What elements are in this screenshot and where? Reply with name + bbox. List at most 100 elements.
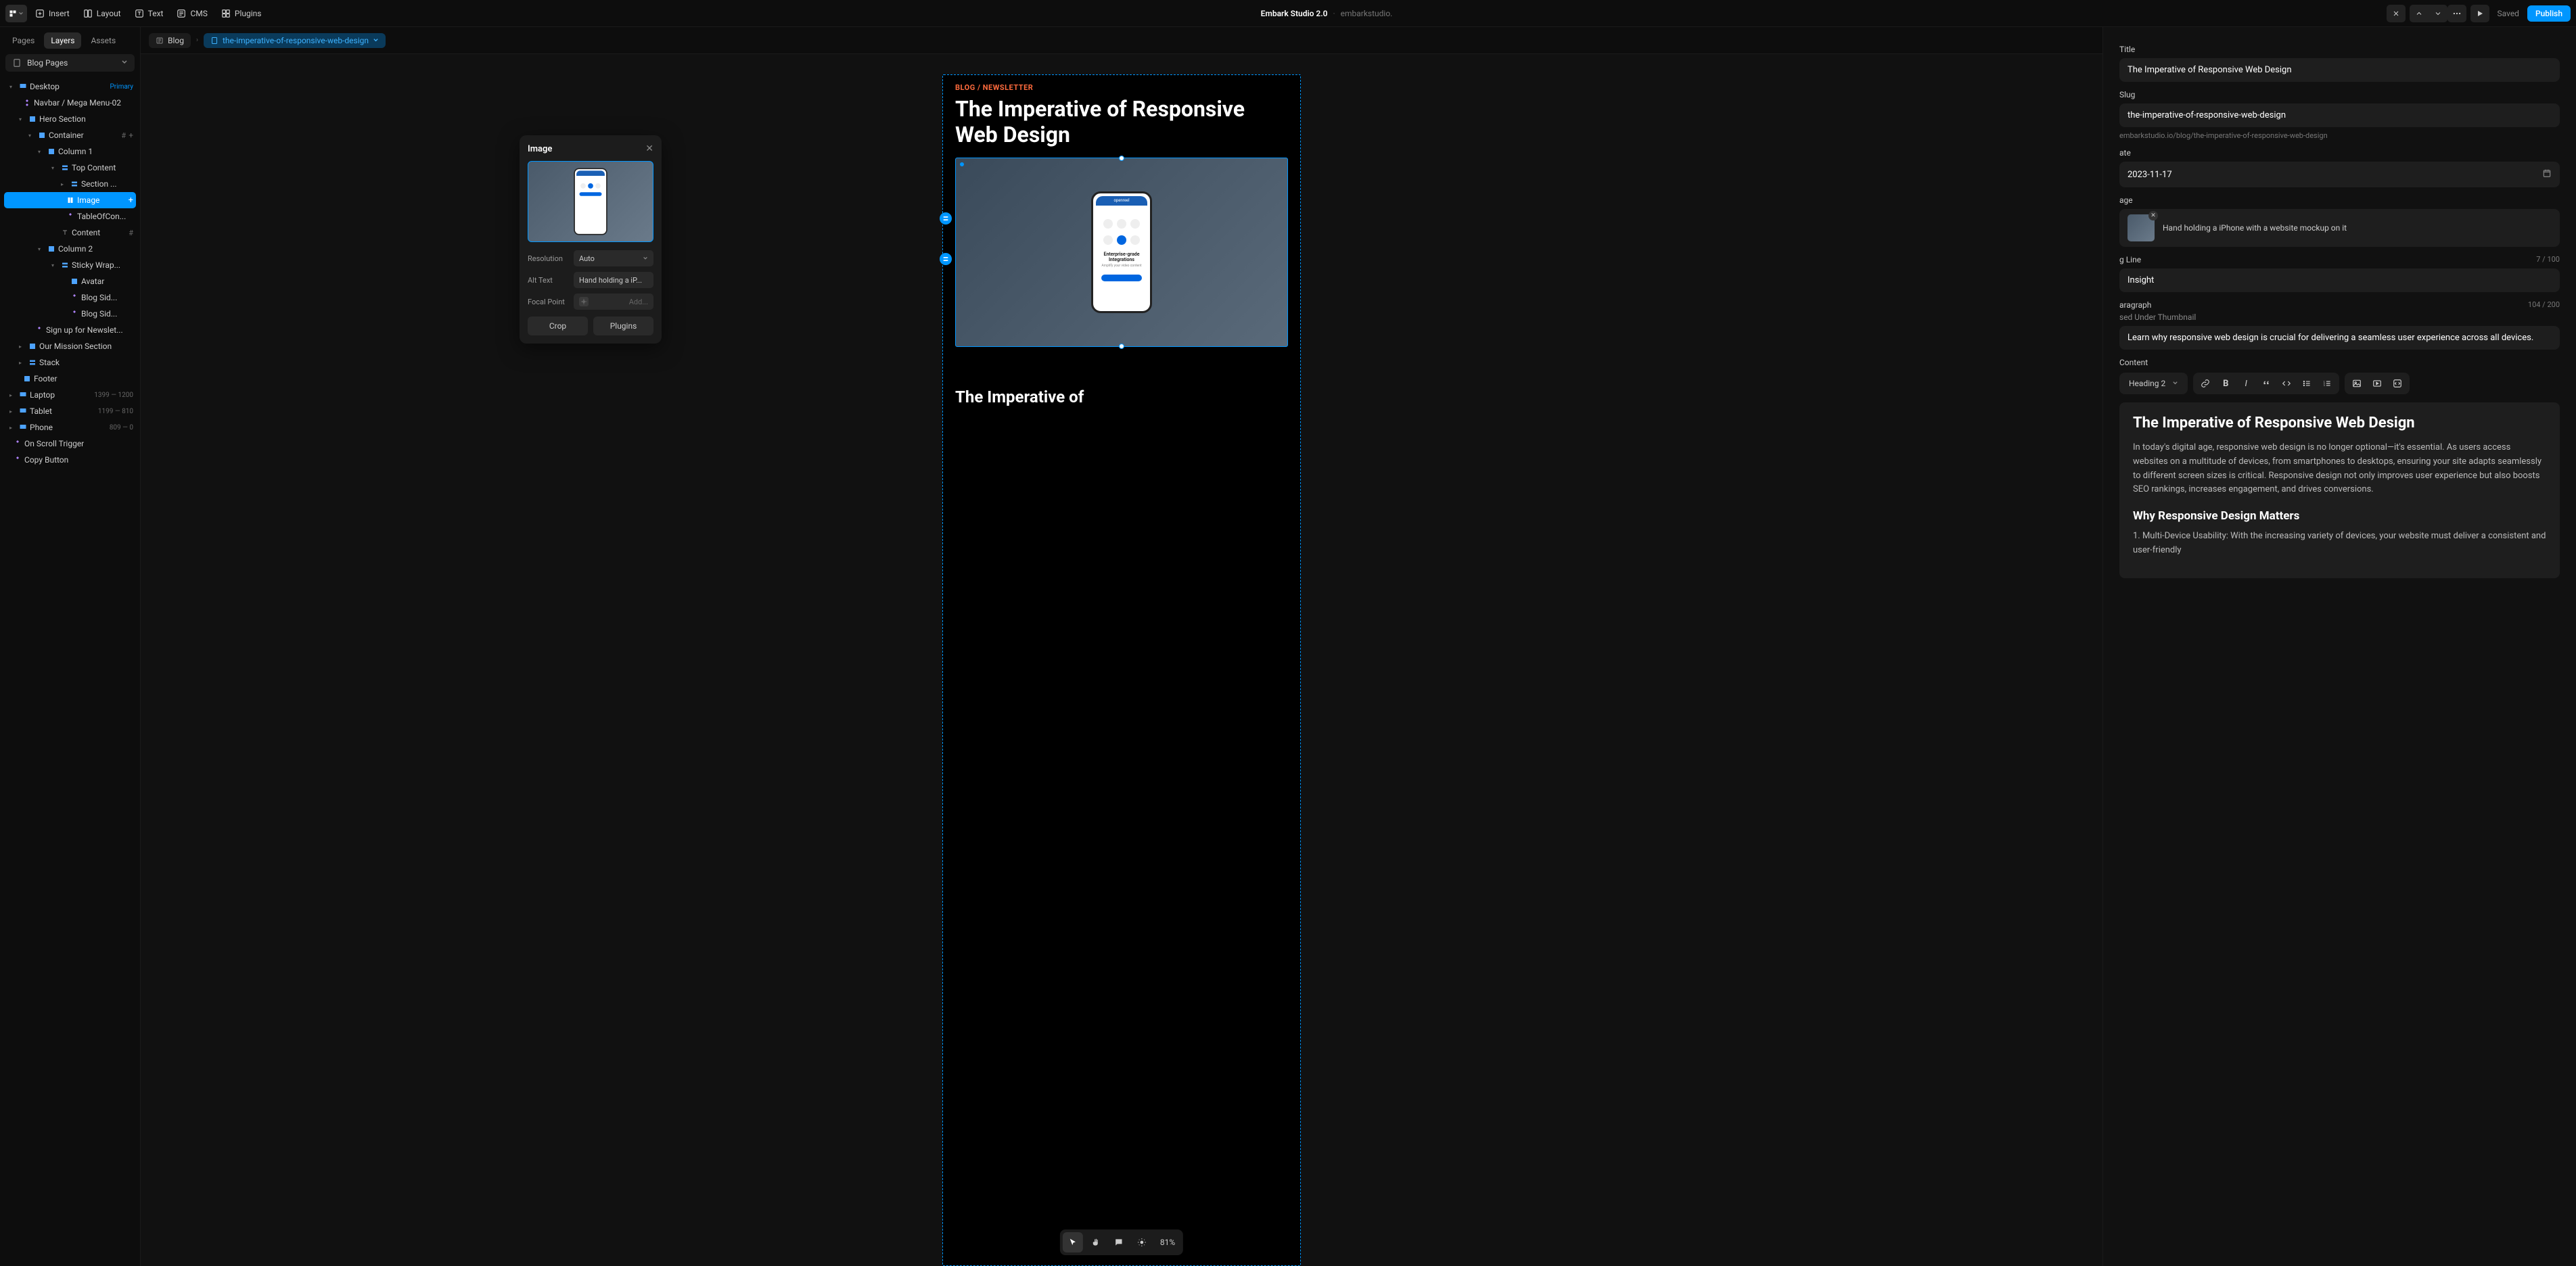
insert-embed-button[interactable] — [2388, 375, 2407, 392]
pages-dropdown[interactable]: Blog Pages — [5, 54, 135, 72]
code-button[interactable] — [2277, 375, 2296, 392]
tab-pages[interactable]: Pages — [5, 32, 41, 49]
content-editor[interactable]: The Imperative of Responsive Web Design … — [2119, 402, 2560, 578]
comment-tool[interactable] — [1109, 1232, 1129, 1252]
tree-desktop[interactable]: ▾ Desktop Primary — [4, 78, 136, 95]
stack-indicator-icon[interactable] — [940, 212, 952, 225]
cms-button[interactable]: CMS — [171, 6, 212, 21]
insert-image-button[interactable] — [2347, 375, 2366, 392]
quote-button[interactable] — [2257, 375, 2276, 392]
publish-button[interactable]: Publish — [2527, 5, 2571, 22]
text-button[interactable]: Text — [129, 6, 169, 21]
italic-button[interactable]: I — [2236, 375, 2255, 392]
frame-icon — [70, 277, 78, 285]
hand-tool[interactable] — [1086, 1232, 1106, 1252]
tree-signup[interactable]: Sign up for Newslet... — [4, 322, 136, 338]
resolution-select[interactable]: Auto — [574, 250, 653, 266]
tree-blogsid2[interactable]: Blog Sid... — [4, 306, 136, 322]
tagline-input[interactable] — [2119, 268, 2560, 292]
resize-handle-top[interactable] — [1119, 156, 1124, 161]
tree-col1[interactable]: ▾ Column 1 — [4, 143, 136, 160]
tree-image-selected[interactable]: Image + — [4, 192, 136, 208]
stack-icon — [28, 358, 37, 367]
numbered-list-button[interactable]: 123 — [2318, 375, 2337, 392]
next-button[interactable] — [2429, 5, 2447, 22]
desktop-icon — [19, 83, 27, 91]
tab-layers[interactable]: Layers — [44, 32, 81, 49]
breadcrumb-blog[interactable]: Blog — [149, 33, 191, 48]
prev-button[interactable] — [2410, 5, 2429, 22]
tree-mission[interactable]: ▸ Our Mission Section — [4, 338, 136, 354]
canvas-frame[interactable]: BLOG / NEWSLETTER The Imperative of Resp… — [942, 74, 1301, 1266]
column-icon — [47, 147, 55, 156]
tree-scroll[interactable]: On Scroll Trigger — [4, 436, 136, 452]
breadcrumb-current[interactable]: the-imperative-of-responsive-web-design — [204, 33, 386, 48]
resolution-label: Resolution — [528, 254, 568, 263]
date-input[interactable]: 2023-11-17 — [2119, 162, 2560, 187]
svg-text:3: 3 — [2324, 384, 2325, 387]
tree-section[interactable]: ▸ Section ... — [4, 176, 136, 192]
focal-point-input[interactable]: Add... — [574, 294, 653, 310]
tree-tablet[interactable]: ▸ Tablet 1199 — 810 — [4, 403, 136, 419]
hash-icon: # — [129, 229, 133, 237]
image-field[interactable]: ✕ Hand holding a iPhone with a website m… — [2119, 209, 2560, 247]
component-icon — [35, 326, 43, 334]
tree-hero[interactable]: ▾ Hero Section — [4, 111, 136, 127]
zoom-level[interactable]: 81% — [1155, 1238, 1180, 1247]
play-button[interactable] — [2470, 5, 2489, 22]
tree-phone[interactable]: ▸ Phone 809 — 0 — [4, 419, 136, 436]
paragraph-input[interactable] — [2119, 326, 2560, 350]
tree-navbar[interactable]: Navbar / Mega Menu-02 — [4, 95, 136, 111]
bullet-list-button[interactable] — [2297, 375, 2316, 392]
alt-text-input[interactable]: Hand holding a iP... — [574, 272, 653, 288]
dot-separator: · — [1333, 9, 1335, 18]
tree-avatar[interactable]: Avatar — [4, 273, 136, 289]
canvas-area[interactable]: Blog › the-imperative-of-responsive-web-… — [141, 27, 2102, 1266]
heading-select[interactable]: Heading 2 — [2122, 376, 2185, 391]
theme-toggle[interactable] — [1132, 1232, 1152, 1252]
slug-input[interactable] — [2119, 103, 2560, 127]
insert-video-button[interactable] — [2368, 375, 2387, 392]
tree-copy[interactable]: Copy Button — [4, 452, 136, 468]
bold-button[interactable]: B — [2216, 375, 2235, 392]
image-description: Hand holding a iPhone with a website moc… — [2163, 223, 2347, 233]
phone-mockup-graphic — [574, 168, 607, 235]
remove-image-button[interactable]: ✕ — [2148, 211, 2158, 220]
paragraph-sublabel: sed Under Thumbnail — [2119, 312, 2560, 322]
canvas-image-selected[interactable]: openreel Enterprise-gradeIntegrations Am… — [955, 158, 1288, 347]
popover-thumbnail[interactable] — [528, 161, 653, 242]
tab-assets[interactable]: Assets — [84, 32, 122, 49]
tree-laptop[interactable]: ▸ Laptop 1399 — 1200 — [4, 387, 136, 403]
tree-topcontent[interactable]: ▾ Top Content — [4, 160, 136, 176]
plus-icon[interactable]: + — [129, 131, 133, 140]
layout-button[interactable]: Layout — [78, 6, 127, 21]
more-button[interactable] — [2447, 5, 2466, 22]
tree-footer[interactable]: Footer — [4, 371, 136, 387]
plugins-button[interactable]: Plugins — [216, 6, 267, 21]
plugins-button[interactable]: Plugins — [593, 316, 653, 335]
tree-col2[interactable]: ▾ Column 2 — [4, 241, 136, 257]
title-input[interactable] — [2119, 58, 2560, 82]
close-icon[interactable]: ✕ — [645, 143, 653, 154]
tree-content[interactable]: Content # — [4, 225, 136, 241]
tree-sticky[interactable]: ▾ Sticky Wrap... — [4, 257, 136, 273]
tablet-icon — [19, 407, 27, 415]
plus-icon[interactable]: + — [129, 195, 133, 206]
link-button[interactable] — [2196, 375, 2215, 392]
tree-container[interactable]: ▾ Container # + — [4, 127, 136, 143]
close-panel-button[interactable] — [2387, 5, 2406, 22]
stack-indicator-icon[interactable] — [940, 253, 952, 265]
editor-paragraph: In today's digital age, responsive web d… — [2133, 441, 2546, 497]
tree-blogsid1[interactable]: Blog Sid... — [4, 289, 136, 306]
stack-icon — [70, 180, 78, 188]
resize-handle-bottom[interactable] — [1119, 344, 1124, 349]
tree-toc[interactable]: TableOfCon... — [4, 208, 136, 225]
image-popover: Image ✕ Resolution Auto Alt Text Hand ho… — [520, 135, 662, 344]
crop-button[interactable]: Crop — [528, 316, 588, 335]
insert-button[interactable]: Insert — [30, 6, 75, 21]
tree-stack[interactable]: ▸ Stack — [4, 354, 136, 371]
chevron-down-icon — [121, 58, 128, 68]
app-logo-menu[interactable] — [5, 5, 27, 22]
cursor-tool[interactable] — [1063, 1232, 1083, 1252]
frame-icon — [23, 375, 31, 383]
